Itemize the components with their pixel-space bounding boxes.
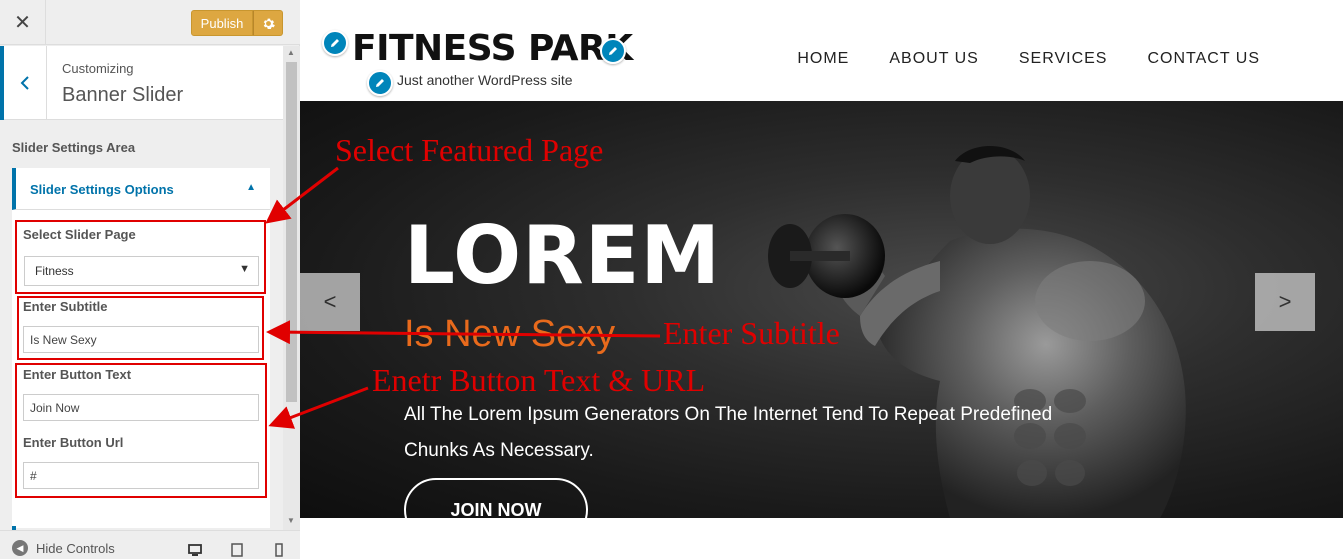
pencil-icon [376,79,384,87]
desktop-preview-icon[interactable] [188,543,202,557]
section-title: Banner Slider [62,84,184,106]
panel-title: Slider Settings Options [30,182,174,197]
nav-home[interactable]: HOME [797,50,849,68]
edit-shortcut-tagline[interactable] [367,70,393,96]
customizer-sidebar: ✕ Publish Customizing Banner Slider Slid… [0,0,300,559]
hide-controls-label: Hide Controls [36,540,115,556]
collapse-icon: ◀ [12,540,28,556]
nav-about-us[interactable]: ABOUT US [889,50,979,68]
slider-settings-panel: Slider Settings Options ▲ Select Slider … [12,168,270,528]
edit-shortcut-title[interactable] [322,30,348,56]
publish-button[interactable]: Publish [191,10,253,36]
chevron-left-icon [20,76,29,90]
site-tagline: Just another WordPress site [397,72,573,88]
nav-services[interactable]: SERVICES [1019,50,1108,68]
chevron-left-icon: < [323,289,337,314]
main-nav: HOME ABOUT US SERVICES CONTACT US [797,50,1260,68]
area-title: Slider Settings Area [12,140,136,155]
chevron-right-icon: > [1278,289,1292,314]
subtitle-input[interactable]: Is New Sexy [23,326,259,353]
button-url-input[interactable]: # [23,462,259,489]
slider-next-button[interactable]: > [1255,273,1315,331]
site-title[interactable]: FITNESS PARK [352,28,633,69]
pencil-icon [331,39,339,47]
join-now-button[interactable]: JOIN NOW [404,478,588,518]
close-button[interactable]: ✕ [0,0,46,45]
breadcrumb: Customizing [62,61,134,76]
pencil-icon [609,47,617,55]
scroll-up-icon[interactable]: ▲ [287,48,295,57]
edit-shortcut-logo[interactable] [600,38,626,64]
sidebar-scrollbar[interactable]: ▲ ▼ [283,46,300,530]
slider-page-select[interactable]: Fitness ▼ [24,256,259,286]
button-text-input[interactable]: Join Now [23,394,259,421]
back-button[interactable] [0,46,47,120]
gear-icon [263,18,275,29]
mobile-preview-icon[interactable] [272,543,286,557]
hero-slider: LOREM Is New Sexy All The Lorem Ipsum Ge… [300,101,1343,518]
customizer-controls: Customizing Banner Slider Slider Setting… [0,46,283,530]
site-header: FITNESS PARK Just another WordPress site… [300,0,1343,101]
scrollbar-thumb[interactable] [286,62,297,402]
hero-title: LOREM [404,209,721,302]
panel-toggle[interactable]: Slider Settings Options ▲ [12,168,270,210]
hero-description: All The Lorem Ipsum Generators On The In… [404,404,1053,461]
hide-controls-button[interactable]: ◀ Hide Controls [12,540,115,556]
hero-subtitle: Is New Sexy [404,313,616,355]
caret-up-icon: ▲ [246,182,256,193]
subtitle-label: Enter Subtitle [23,299,108,314]
customizer-header: ✕ Publish [0,0,300,45]
tablet-preview-icon[interactable] [230,543,244,557]
scroll-down-icon[interactable]: ▼ [287,516,295,525]
nav-contact-us[interactable]: CONTACT US [1147,50,1260,68]
customizer-footer: ◀ Hide Controls [0,530,300,559]
section-header: Customizing Banner Slider [0,46,283,120]
button-url-label: Enter Button Url [23,435,124,450]
dropdown-arrow-icon: ▼ [239,263,250,275]
slider-page-value: Fitness [35,264,74,278]
site-preview: FITNESS PARK Just another WordPress site… [300,0,1343,559]
slider-prev-button[interactable]: < [300,273,360,331]
select-page-label: Select Slider Page [23,227,136,242]
close-icon: ✕ [14,12,31,34]
button-text-label: Enter Button Text [23,367,132,382]
publish-settings-button[interactable] [253,10,283,36]
